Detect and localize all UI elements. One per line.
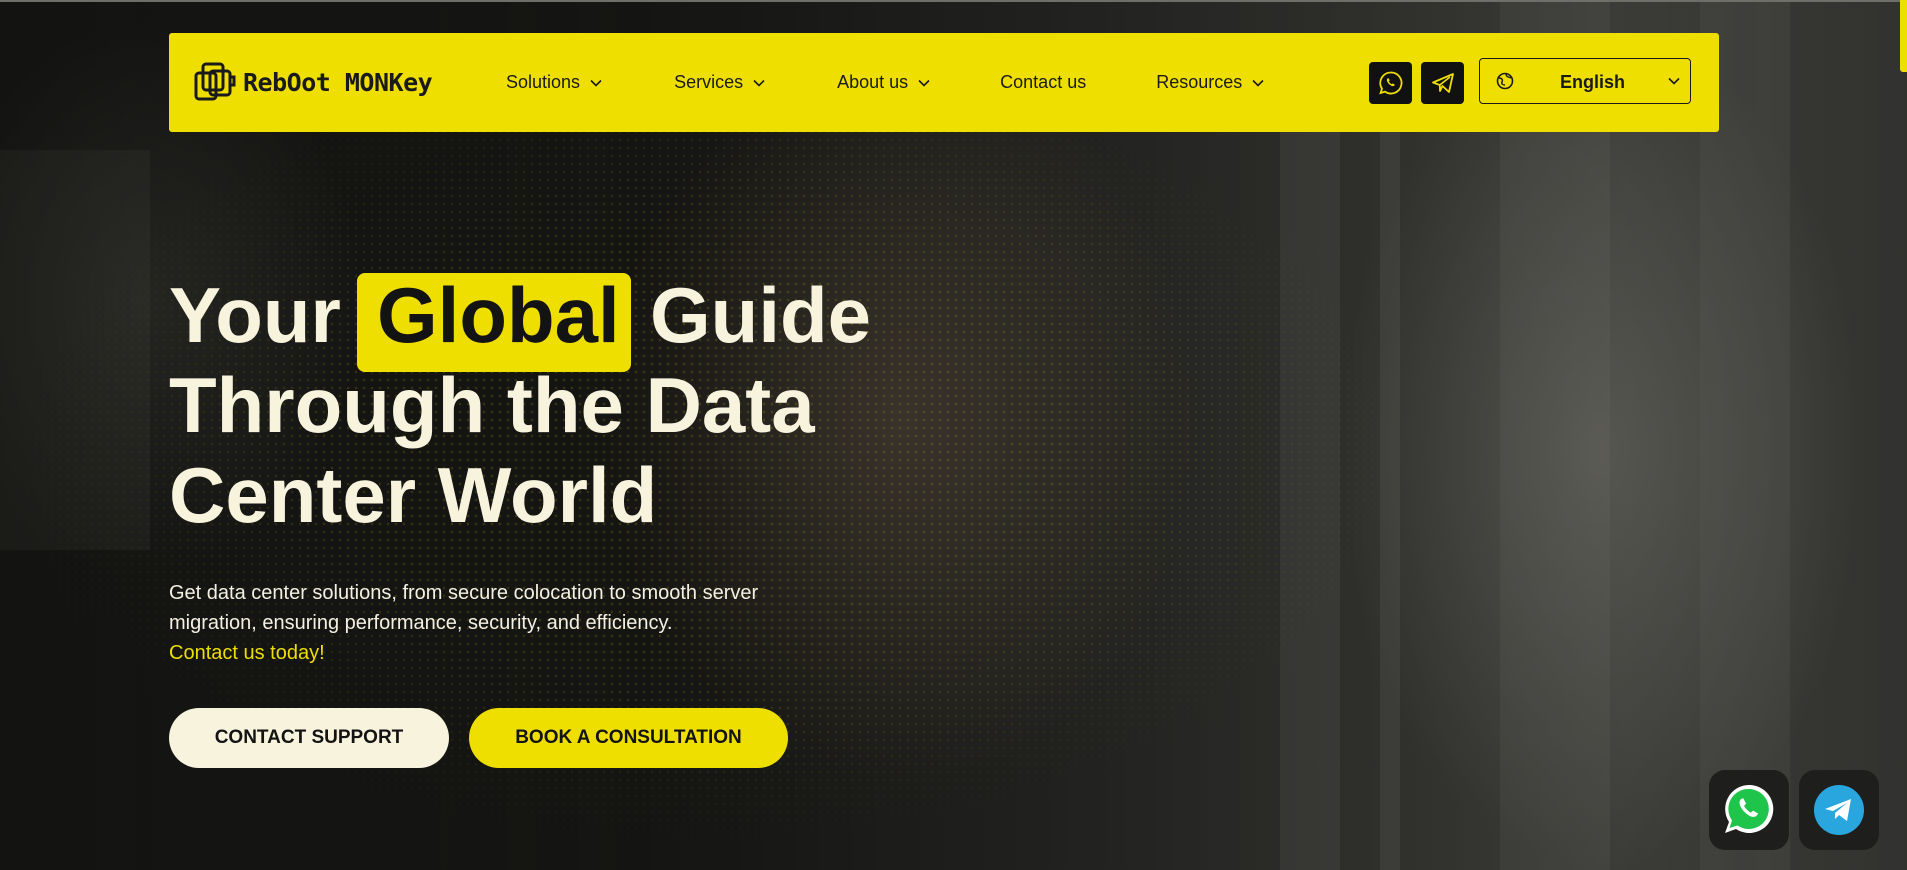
- site-header: RebOot MONKey Solutions Services About u…: [169, 33, 1719, 132]
- nav-item-contact-us[interactable]: Contact us: [1000, 72, 1086, 93]
- scrollbar-thumb[interactable]: [1900, 0, 1907, 72]
- language-select[interactable]: English: [1479, 58, 1691, 104]
- nav-item-resources[interactable]: Resources: [1156, 72, 1264, 93]
- window-top-border: [0, 0, 1907, 2]
- hero-description: Get data center solutions, from secure c…: [169, 582, 759, 634]
- telegram-chat-icon: [1814, 785, 1864, 835]
- headline-word-your: Your: [169, 271, 341, 359]
- nav-label: Resources: [1156, 72, 1243, 92]
- whatsapp-chat-icon: [1725, 784, 1774, 833]
- telegram-icon: [1431, 73, 1454, 93]
- contact-us-today-link[interactable]: Contact us today!: [169, 638, 325, 668]
- whatsapp-button[interactable]: [1369, 62, 1412, 104]
- nav-label: Solutions: [506, 72, 581, 92]
- headline-line-2: Through the Data: [169, 361, 815, 449]
- contact-support-button[interactable]: CONTACT SUPPORT: [169, 708, 449, 768]
- logo-text: RebOot MONKey: [243, 67, 433, 97]
- whatsapp-icon: [1378, 71, 1402, 95]
- logo[interactable]: RebOot MONKey: [193, 61, 433, 103]
- telegram-button[interactable]: [1421, 62, 1464, 104]
- chevron-down-icon: [590, 79, 602, 87]
- headline-line-3: Center World: [169, 451, 658, 539]
- chevron-down-icon: [918, 79, 930, 87]
- chevron-down-icon: [753, 79, 765, 87]
- nav-label: Services: [674, 72, 744, 92]
- chevron-down-icon: [1668, 77, 1680, 85]
- whatsapp-chat-button[interactable]: [1709, 770, 1789, 850]
- telegram-chat-button[interactable]: [1799, 770, 1879, 850]
- nav-item-services[interactable]: Services: [674, 72, 765, 93]
- book-consultation-button[interactable]: BOOK A CONSULTATION: [469, 708, 788, 768]
- language-label: English: [1560, 72, 1626, 92]
- headline-word-guide: Guide: [650, 271, 872, 359]
- nav-item-about-us[interactable]: About us: [837, 72, 930, 93]
- nav-item-solutions[interactable]: Solutions: [506, 72, 602, 93]
- nav-label: About us: [837, 72, 909, 92]
- globe-icon: [1496, 72, 1514, 90]
- chevron-down-icon: [1252, 79, 1264, 87]
- nav-label: Contact us: [1000, 72, 1087, 92]
- main-nav: Solutions Services About us Contact us R…: [506, 33, 1264, 132]
- logo-mark-icon: [194, 62, 236, 101]
- headline-word-global: Global: [377, 271, 620, 359]
